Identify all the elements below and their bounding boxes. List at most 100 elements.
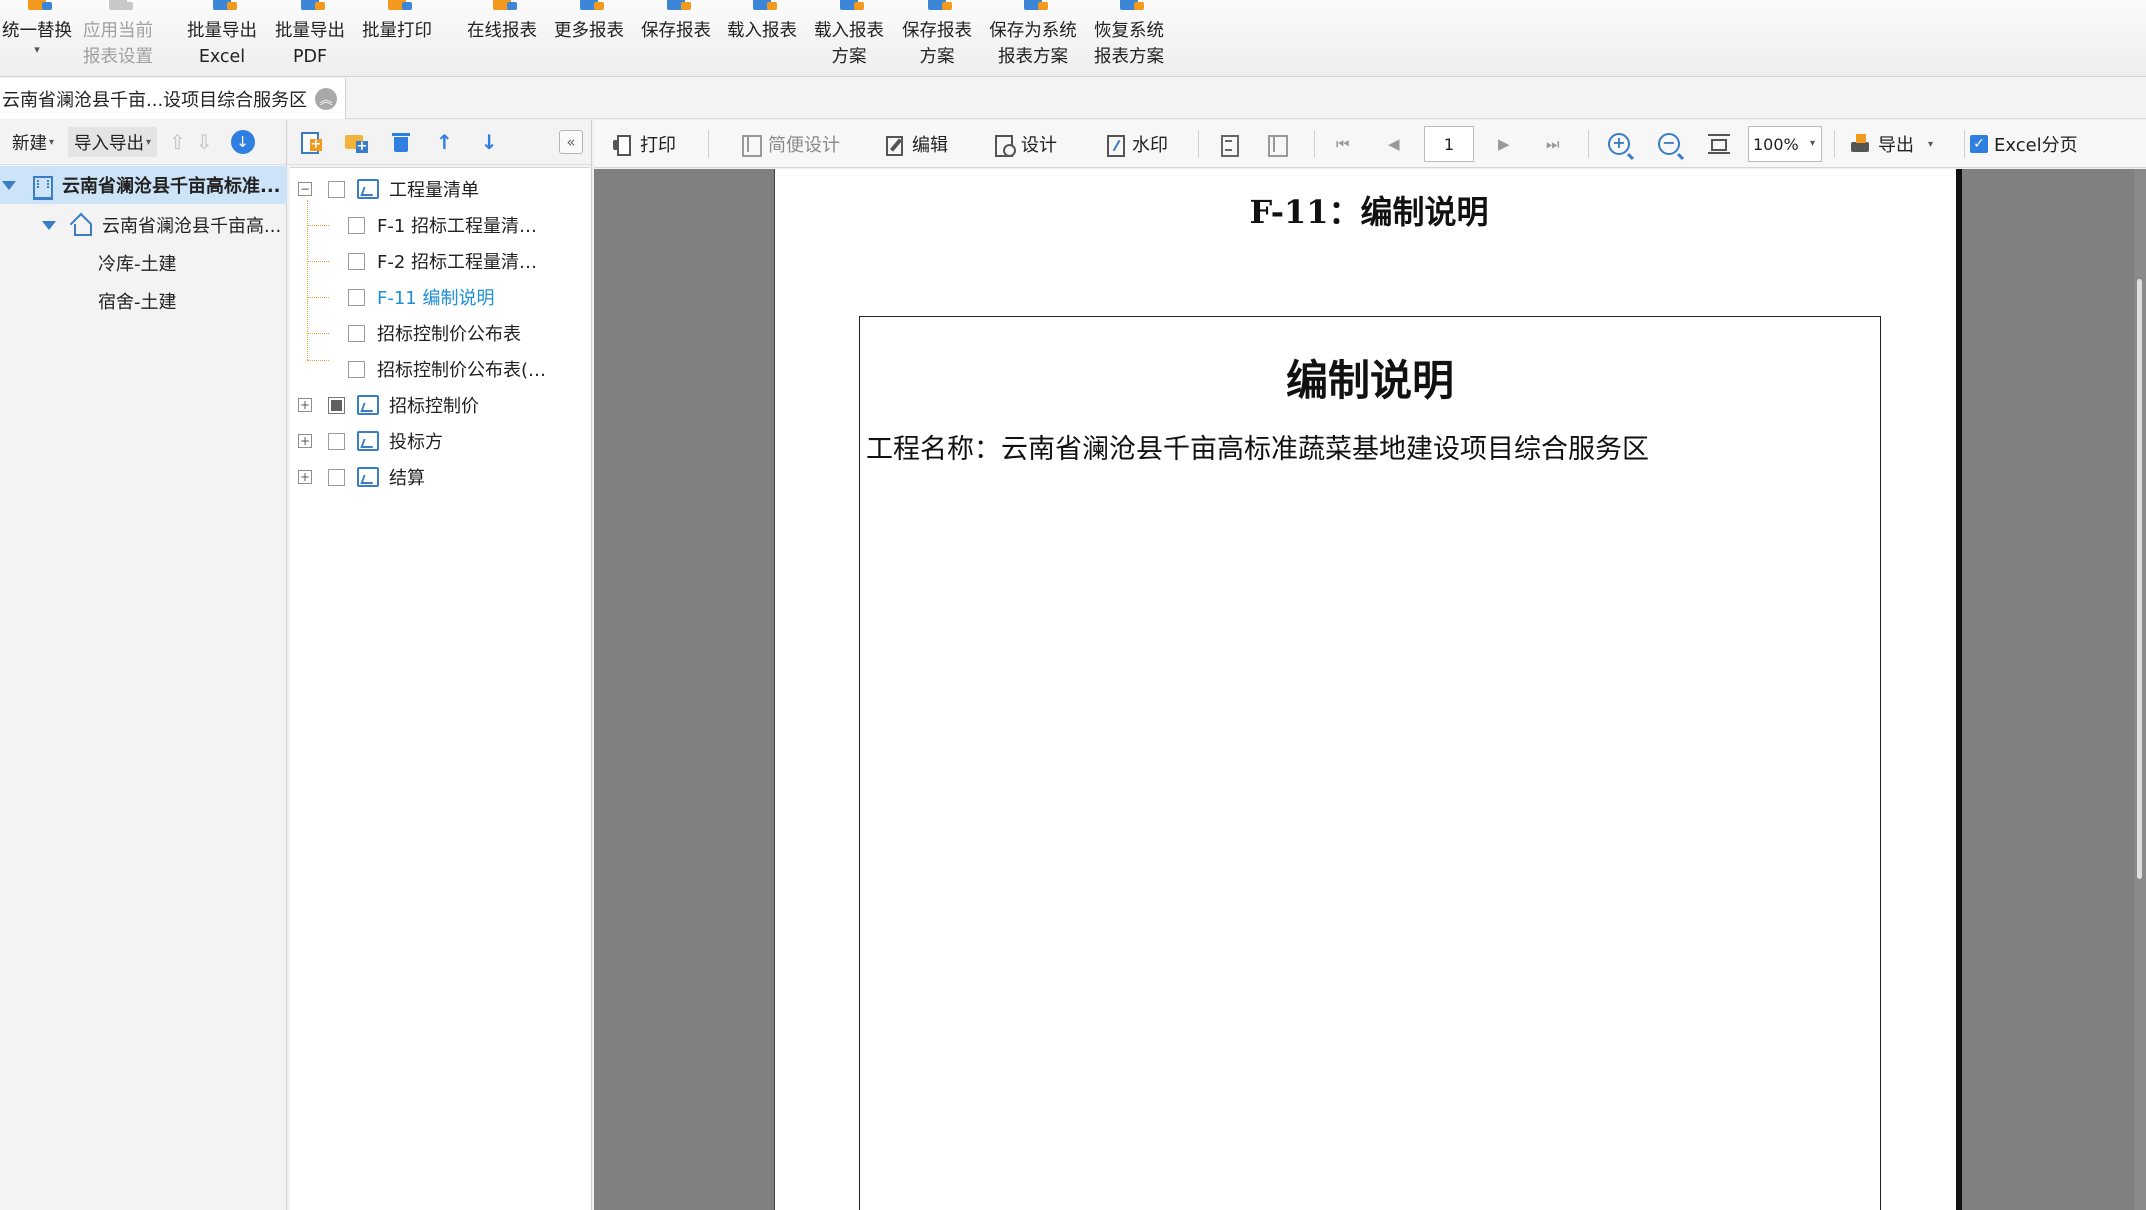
node-checkbox[interactable] bbox=[328, 468, 345, 486]
save-report-scheme-button[interactable]: 保存报表 方案 bbox=[899, 0, 975, 77]
dropdown-caret-icon: ▾ bbox=[146, 136, 152, 148]
expand-triangle-icon[interactable] bbox=[42, 220, 56, 230]
toolbar-separator bbox=[708, 130, 709, 158]
export-button[interactable]: 导出 ▾ bbox=[1850, 120, 1933, 168]
print-button[interactable]: 打印 bbox=[612, 120, 676, 168]
restore-icon bbox=[1112, 0, 1146, 18]
printer-icon bbox=[612, 134, 632, 156]
batch-export-pdf-button[interactable]: 批量导出 PDF bbox=[272, 0, 348, 77]
load-report-scheme-button[interactable]: 载入报表 方案 bbox=[811, 0, 887, 77]
new-dropdown-button[interactable]: 新建 ▾ bbox=[6, 127, 60, 157]
node-checkbox[interactable] bbox=[328, 180, 345, 198]
load-scheme-icon bbox=[832, 0, 866, 18]
online-report-button[interactable]: 在线报表 bbox=[464, 0, 540, 77]
home-icon bbox=[70, 215, 92, 236]
project-tab[interactable]: 云南省澜沧县千亩...设项目综合服务区 ︽ bbox=[0, 78, 347, 119]
move-up-arrow-icon[interactable]: ↑ bbox=[436, 130, 453, 154]
save-as-system-scheme-button[interactable]: 保存为系统 报表方案 bbox=[985, 0, 1081, 77]
two-page-view-button[interactable] bbox=[1266, 120, 1294, 168]
add-report-icon[interactable] bbox=[298, 131, 322, 154]
scrollbar-thumb[interactable] bbox=[2137, 279, 2142, 879]
leaf-checkbox[interactable] bbox=[348, 216, 365, 234]
excel-paging-checkbox[interactable]: ✓ Excel分页 bbox=[1970, 120, 2078, 168]
tree-leaf-report[interactable]: 招标控制价公布表 bbox=[348, 318, 521, 348]
save-report-button[interactable]: 保存报表 bbox=[638, 0, 714, 77]
leaf-checkbox[interactable] bbox=[348, 360, 365, 378]
page-number-input[interactable]: 1 bbox=[1424, 126, 1474, 162]
tree-item-unit[interactable]: 冷库-土建 bbox=[0, 244, 287, 282]
batch-print-button[interactable]: 批量打印 bbox=[359, 0, 435, 77]
zoom-out-icon[interactable]: − bbox=[1658, 133, 1680, 155]
project-panel: 新建 ▾ 导入导出 ▾ ⇧ ⇩ ↓ 云南省澜沧县千亩高标准... 云南省澜沧县千亩高… bbox=[0, 120, 287, 1210]
building-icon bbox=[30, 174, 53, 200]
restore-system-scheme-button[interactable]: 恢复系统 报表方案 bbox=[1091, 0, 1167, 77]
load-icon bbox=[745, 0, 779, 18]
report-title: 编制说明 bbox=[1285, 356, 1454, 405]
collapse-minus-icon[interactable]: − bbox=[298, 182, 312, 196]
tree-connector bbox=[307, 297, 329, 298]
tree-node-quantity-list[interactable]: − 工程量清单 bbox=[298, 174, 479, 204]
preview-vertical-scrollbar[interactable] bbox=[2134, 169, 2146, 1210]
node-checkbox-partial[interactable] bbox=[328, 396, 345, 414]
leaf-checkbox[interactable] bbox=[348, 324, 365, 342]
prev-page-icon[interactable]: ◀ bbox=[1388, 120, 1400, 168]
tree-node-settlement[interactable]: + 结算 bbox=[298, 462, 425, 492]
expand-triangle-icon[interactable] bbox=[2, 180, 16, 190]
report-tree: − 工程量清单 F-1 招标工程量清… F-2 招标工程量清… F-11 编制说… bbox=[290, 167, 590, 1210]
tree-node-control-price[interactable]: + 招标控制价 bbox=[298, 390, 479, 420]
export-pdf-icon bbox=[293, 0, 327, 18]
tree-item-project-root[interactable]: 云南省澜沧县千亩高标准... bbox=[0, 166, 287, 204]
collapse-panel-icon[interactable]: « bbox=[559, 130, 583, 154]
expand-plus-icon[interactable]: + bbox=[298, 470, 312, 484]
leaf-checkbox[interactable] bbox=[348, 288, 365, 306]
fit-width-icon[interactable] bbox=[1708, 134, 1730, 154]
tree-leaf-report[interactable]: F-2 招标工程量清… bbox=[348, 246, 537, 276]
design-button[interactable]: 设计 bbox=[993, 120, 1057, 168]
batch-export-excel-button[interactable]: 批量导出 Excel bbox=[184, 0, 260, 77]
watermark-button[interactable]: 水印 bbox=[1104, 120, 1168, 168]
tree-leaf-report-selected[interactable]: F-11 编制说明 bbox=[348, 282, 494, 312]
edit-button[interactable]: 编辑 bbox=[884, 120, 948, 168]
next-page-icon[interactable]: ▶ bbox=[1498, 120, 1510, 168]
tree-node-bidder[interactable]: + 投标方 bbox=[298, 426, 443, 456]
leaf-checkbox[interactable] bbox=[348, 252, 365, 270]
layout-icon bbox=[740, 134, 762, 157]
tree-item-unit[interactable]: 宿舍-土建 bbox=[0, 282, 287, 320]
load-report-button[interactable]: 载入报表 bbox=[724, 0, 800, 77]
tree-leaf-report[interactable]: F-1 招标工程量清… bbox=[348, 210, 537, 240]
tree-leaf-report[interactable]: 招标控制价公布表(… bbox=[348, 354, 546, 384]
collapse-up-icon[interactable]: ︽ bbox=[315, 87, 338, 110]
single-page-view-button[interactable] bbox=[1218, 120, 1246, 168]
toolbar-separator bbox=[1834, 130, 1835, 158]
tree-item-sub-project[interactable]: 云南省澜沧县千亩高... bbox=[0, 206, 287, 244]
save-system-icon bbox=[1016, 0, 1050, 18]
toolbar-separator bbox=[1198, 130, 1199, 158]
import-export-dropdown-button[interactable]: 导入导出 ▾ bbox=[68, 127, 158, 157]
dropdown-caret-icon: ▾ bbox=[49, 136, 55, 148]
unified-replace-button[interactable]: 统一替换 ▾ bbox=[0, 0, 74, 77]
zoom-in-icon[interactable]: + bbox=[1608, 133, 1630, 155]
download-icon[interactable]: ↓ bbox=[230, 130, 255, 154]
toolbar-separator bbox=[1588, 130, 1589, 158]
zoom-select[interactable]: 100% ▾ bbox=[1748, 126, 1822, 162]
more-reports-button[interactable]: 更多报表 bbox=[551, 0, 627, 77]
first-page-icon[interactable]: ⏮ bbox=[1336, 120, 1350, 168]
node-checkbox[interactable] bbox=[328, 432, 345, 450]
expand-plus-icon[interactable]: + bbox=[298, 398, 312, 412]
expand-plus-icon[interactable]: + bbox=[298, 434, 312, 448]
add-folder-icon[interactable] bbox=[344, 131, 368, 153]
move-up-icon[interactable]: ⇧ bbox=[169, 130, 186, 154]
save-icon bbox=[659, 0, 693, 18]
dropdown-caret-icon[interactable]: ▾ bbox=[1928, 139, 1933, 150]
move-down-arrow-icon[interactable]: ↓ bbox=[481, 130, 498, 154]
move-down-icon[interactable]: ⇩ bbox=[196, 130, 213, 154]
report-page: F-11：编制说明 编制说明 工程名称：云南省澜沧县千亩高标准蔬菜基地建设项目综… bbox=[774, 169, 1962, 1210]
checkmark-icon: ✓ bbox=[1970, 135, 1988, 153]
delete-icon[interactable] bbox=[390, 131, 412, 153]
settings-apply-icon bbox=[101, 0, 135, 18]
simple-design-button[interactable]: 简便设计 bbox=[740, 120, 840, 168]
design-icon bbox=[993, 134, 1016, 157]
apply-current-report-settings-button[interactable]: 应用当前 报表设置 bbox=[80, 0, 156, 77]
toolbar-separator bbox=[1964, 130, 1965, 158]
last-page-icon[interactable]: ⏭ bbox=[1546, 120, 1560, 168]
